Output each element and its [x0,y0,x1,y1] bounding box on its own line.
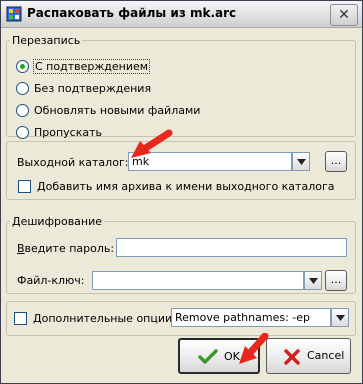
output-dir-label: Выходной каталог: [17,156,129,169]
checkbox-label: Добавить имя архива к имени выходного ка… [37,180,335,193]
output-dir-browse-button[interactable]: ... [325,151,347,172]
password-label: Введите пароль: [17,242,115,255]
keyfile-input[interactable] [92,271,304,290]
radio-skip[interactable]: Пропускать [16,126,102,139]
decryption-group: Дешифрование Введите пароль: Файл-ключ: … [6,215,356,294]
radio-indicator[interactable] [16,126,29,139]
radio-indicator[interactable] [16,104,29,117]
radio-label: Обновлять новыми файлами [34,104,201,117]
overwrite-legend: Перезапись [12,34,81,47]
extra-options-checkbox[interactable]: Дополнительные опции: [14,312,176,325]
extra-options-input[interactable]: Remove pathnames: -ep [171,308,331,327]
close-icon: ✕ [338,7,350,23]
add-archive-name-checkbox[interactable]: Добавить имя архива к имени выходного ка… [18,180,334,193]
radio-with-confirmation[interactable]: С подтверждением [16,59,151,74]
extract-dialog: Распаковать файлы из mk.arc ✕ Перезапись… [0,0,363,384]
extra-options-dropdown-button[interactable] [331,308,349,327]
keyfile-label: Файл-ключ: [17,274,85,287]
radio-update-newer[interactable]: Обновлять новыми файлами [16,104,200,117]
radio-indicator[interactable] [16,60,29,73]
password-label-rest: ведите пароль: [24,242,115,255]
output-group: Выходной каталог: mk ... Добавить имя ар… [6,141,356,200]
chevron-down-icon [309,278,318,284]
close-button[interactable]: ✕ [330,4,358,26]
radio-label: Без подтверждения [34,82,152,95]
keyfile-browse-button[interactable]: ... [325,270,347,291]
cancel-button[interactable]: Cancel [266,338,351,374]
cancel-label: Cancel [307,349,345,362]
red-annotation-arrow-ok [239,333,269,364]
chevron-down-icon [297,159,306,165]
extra-options-group: Дополнительные опции: Remove pathnames: … [6,301,356,336]
output-dir-dropdown-button[interactable] [292,152,310,171]
window-title: Распаковать файлы из mk.arc [27,6,237,20]
checkbox-label: Дополнительные опции: [33,312,176,325]
red-x-icon [284,349,300,365]
checkbox-indicator[interactable] [14,312,27,325]
keyfile-dropdown-button[interactable] [304,271,322,290]
radio-without-confirmation[interactable]: Без подтверждения [16,82,151,95]
overwrite-group: Перезапись С подтверждением Без подтверж… [6,34,356,139]
password-input[interactable] [116,238,347,257]
decryption-legend: Дешифрование [12,215,103,228]
archiver-app-icon [6,6,22,22]
title-bar[interactable]: Распаковать файлы из mk.arc ✕ [1,1,362,28]
checkmark-icon [198,349,218,364]
radio-label: Пропускать [34,126,103,139]
chevron-down-icon [336,315,345,321]
radio-label: С подтверждением [32,59,151,74]
red-annotation-arrow-output [131,129,173,158]
radio-indicator[interactable] [16,82,29,95]
checkbox-indicator[interactable] [18,180,31,193]
